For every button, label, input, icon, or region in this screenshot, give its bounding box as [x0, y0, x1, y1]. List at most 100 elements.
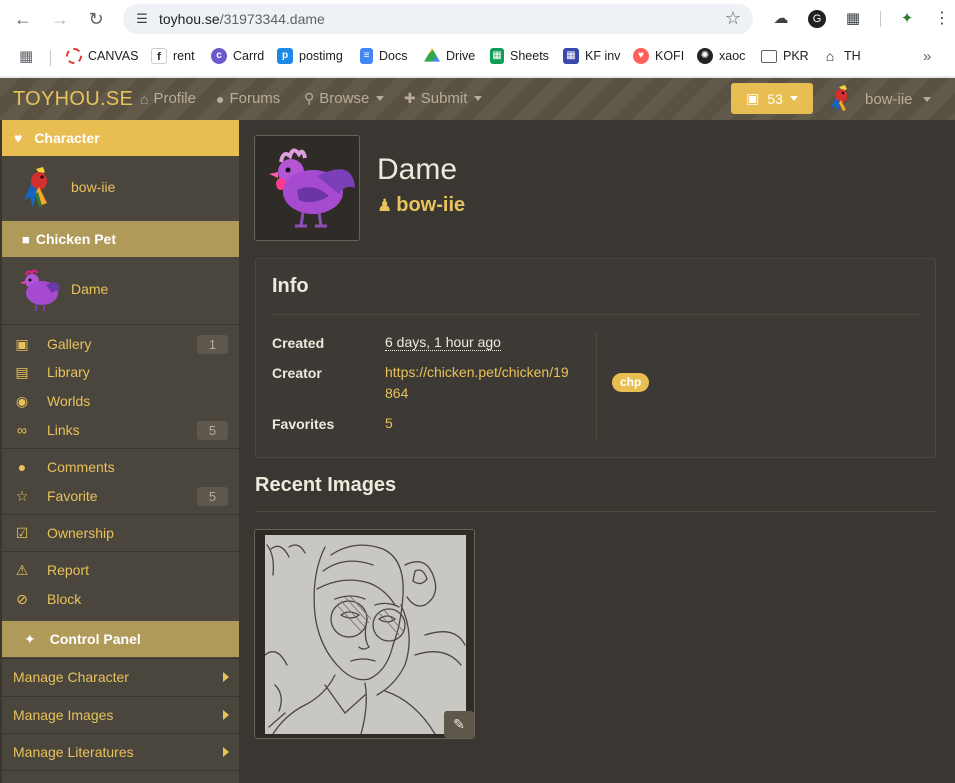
manage-literatures-link[interactable]: Manage Literatures — [2, 733, 239, 769]
sidebar-item-report[interactable]: ⚠ Report — [2, 556, 239, 584]
kofi-icon: ♥ — [633, 48, 649, 64]
user-menu[interactable]: bow-iie — [826, 84, 931, 114]
forward-icon[interactable]: → — [49, 8, 71, 30]
docs-icon: ≡ — [360, 48, 373, 64]
sidebar-item-ownership[interactable]: ☑ Ownership — [2, 519, 239, 547]
edit-image-button[interactable]: ✎ — [444, 711, 474, 738]
bookmark-xaoc[interactable]: ✺ xaoc — [697, 47, 745, 65]
recent-images-title: Recent Images — [255, 474, 397, 496]
folder-label: Chicken Pet — [35, 231, 116, 247]
more-bookmarks-icon[interactable]: » — [923, 47, 931, 65]
character-owner-link[interactable]: ♟ bow-iie — [377, 194, 465, 217]
extensions-puzzle-icon[interactable]: ▦ — [843, 9, 863, 29]
carrd-icon: c — [211, 48, 227, 64]
sidebar-owner[interactable]: bow-iie — [2, 156, 239, 221]
xaoc-icon: ✺ — [697, 48, 713, 64]
owner-avatar-icon — [24, 167, 47, 208]
site-logo[interactable]: TOYHOU.SE — [13, 88, 133, 111]
notifications-button[interactable]: ▣ 53 — [731, 83, 813, 114]
header-username: bow-iie — [865, 90, 913, 108]
nav-submit[interactable]: ✚ Submit — [404, 90, 483, 107]
browser-menu-icon[interactable]: ⋮ — [932, 9, 952, 29]
character-avatar[interactable] — [254, 135, 360, 241]
created-label: Created — [272, 335, 325, 351]
sidebar-item-label: Comments — [47, 459, 115, 475]
sidebar-item-gallery[interactable]: ▣ Gallery 1 — [2, 330, 239, 358]
creator-url-line2: 864 — [385, 385, 409, 401]
bookmark-star-icon[interactable]: ☆ — [725, 8, 741, 29]
bookmark-pkr[interactable]: PKR — [761, 47, 809, 65]
sidebar-divider — [2, 514, 239, 515]
bookmark-label: rent — [173, 49, 195, 63]
bookmark-label: Drive — [446, 49, 476, 63]
owner-link-label: bow-iie — [396, 194, 466, 216]
recent-images-divider — [255, 511, 936, 512]
extension-cloud-icon[interactable]: ☁ — [771, 9, 791, 29]
bookmark-th[interactable]: ⌂ TH — [822, 47, 861, 65]
reload-icon[interactable]: ↻ — [85, 8, 107, 30]
creator-link[interactable]: https://chicken.pet/chicken/19 864 — [385, 362, 569, 404]
url-text[interactable]: toyhou.se/31973344.dame — [159, 11, 325, 27]
heart-icon: ♥ — [14, 130, 23, 146]
house-icon: ⌂ — [825, 48, 835, 64]
notification-count: 53 — [767, 90, 783, 107]
profile-avatar-icon[interactable]: ✦ — [897, 9, 917, 29]
bookmark-sheets[interactable]: ▦ Sheets — [490, 47, 549, 65]
chevron-right-icon — [223, 747, 229, 757]
bookmark-label: TH — [844, 49, 861, 63]
bookmark-carrd[interactable]: c Carrd — [211, 47, 264, 65]
favorites-value[interactable]: 5 — [385, 413, 393, 434]
site-info-icon[interactable]: ☰ — [133, 10, 151, 28]
sidebar-item-favorite[interactable]: ☆ Favorite 5 — [2, 482, 239, 510]
sheets-icon: ▦ — [490, 48, 504, 64]
nav-browse[interactable]: ⚲ Browse — [304, 90, 385, 107]
sidebar-item-comments[interactable]: ● Comments — [2, 453, 239, 481]
nav-profile[interactable]: ⌂ Profile — [140, 90, 196, 107]
sketch-image[interactable] — [265, 535, 466, 734]
manage-character-link[interactable]: Manage Character — [2, 658, 239, 694]
bookmarks-bar: ▦ CANVAS f rent c Carrd p postimg ≡ Docs Dri… — [0, 40, 955, 72]
manage-images-link[interactable]: Manage Images — [2, 696, 239, 732]
bookmark-label: Docs — [379, 49, 408, 63]
sidebar-divider — [2, 324, 239, 325]
nav-forums[interactable]: ● Forums — [216, 90, 280, 107]
count-badge: 5 — [197, 487, 228, 506]
count-badge: 1 — [197, 335, 228, 354]
bookmark-rent[interactable]: f rent — [151, 47, 195, 65]
bookmark-label: postimg — [299, 49, 343, 63]
info-vertical-divider — [596, 331, 597, 441]
sidebar-folder[interactable]: ■ Chicken Pet — [2, 221, 239, 257]
creator-url-line1: https://chicken.pet/chicken/19 — [385, 364, 569, 380]
extension-g-icon[interactable]: G — [808, 10, 826, 28]
url-host: toyhou.se — [159, 11, 220, 27]
comment-icon: ● — [17, 459, 27, 475]
character-tag[interactable]: chp — [612, 373, 650, 392]
home-icon: ⌂ — [140, 90, 149, 107]
favorites-label: Favorites — [272, 416, 335, 432]
folder-icon: ■ — [22, 231, 30, 247]
sidebar-item-label: Favorite — [47, 488, 98, 504]
sidebar-item-worlds[interactable]: ◉ Worlds — [2, 387, 239, 415]
inbox-icon: ▣ — [746, 90, 760, 106]
book-icon: ▤ — [15, 363, 29, 380]
sidebar-character[interactable]: Dame — [2, 257, 239, 323]
sidebar-character-header[interactable]: ♥ Character — [2, 120, 239, 156]
bookmark-kf-inv[interactable]: ▦ KF inv — [563, 47, 620, 65]
sidebar-item-block[interactable]: ⊘ Block — [2, 585, 239, 613]
apps-grid-icon[interactable]: ▦ — [19, 47, 33, 65]
sidebar-divider — [2, 448, 239, 449]
bookmark-label: Sheets — [510, 49, 549, 63]
sidebar-item-library[interactable]: ▤ Library — [2, 358, 239, 386]
back-icon[interactable]: ← — [12, 8, 34, 30]
bookmark-canvas[interactable]: CANVAS — [66, 47, 138, 65]
block-icon: ⊘ — [16, 590, 28, 607]
sidebar-control-panel-header[interactable]: ✦ Control Panel — [2, 621, 239, 657]
sidebar-item-links[interactable]: ∞ Links 5 — [2, 416, 239, 444]
bookmark-postimg[interactable]: p postimg — [277, 47, 343, 65]
chevron-down-icon — [922, 96, 931, 102]
image-thumbnail[interactable]: ✎ — [254, 529, 475, 739]
bookmark-docs[interactable]: ≡ Docs — [360, 47, 407, 65]
bookmark-kofi[interactable]: ♥ KOFI — [633, 47, 684, 65]
bookmark-drive[interactable]: Drive — [424, 47, 475, 65]
address-bar[interactable]: ☰ toyhou.se/31973344.dame ☆ — [123, 4, 753, 34]
